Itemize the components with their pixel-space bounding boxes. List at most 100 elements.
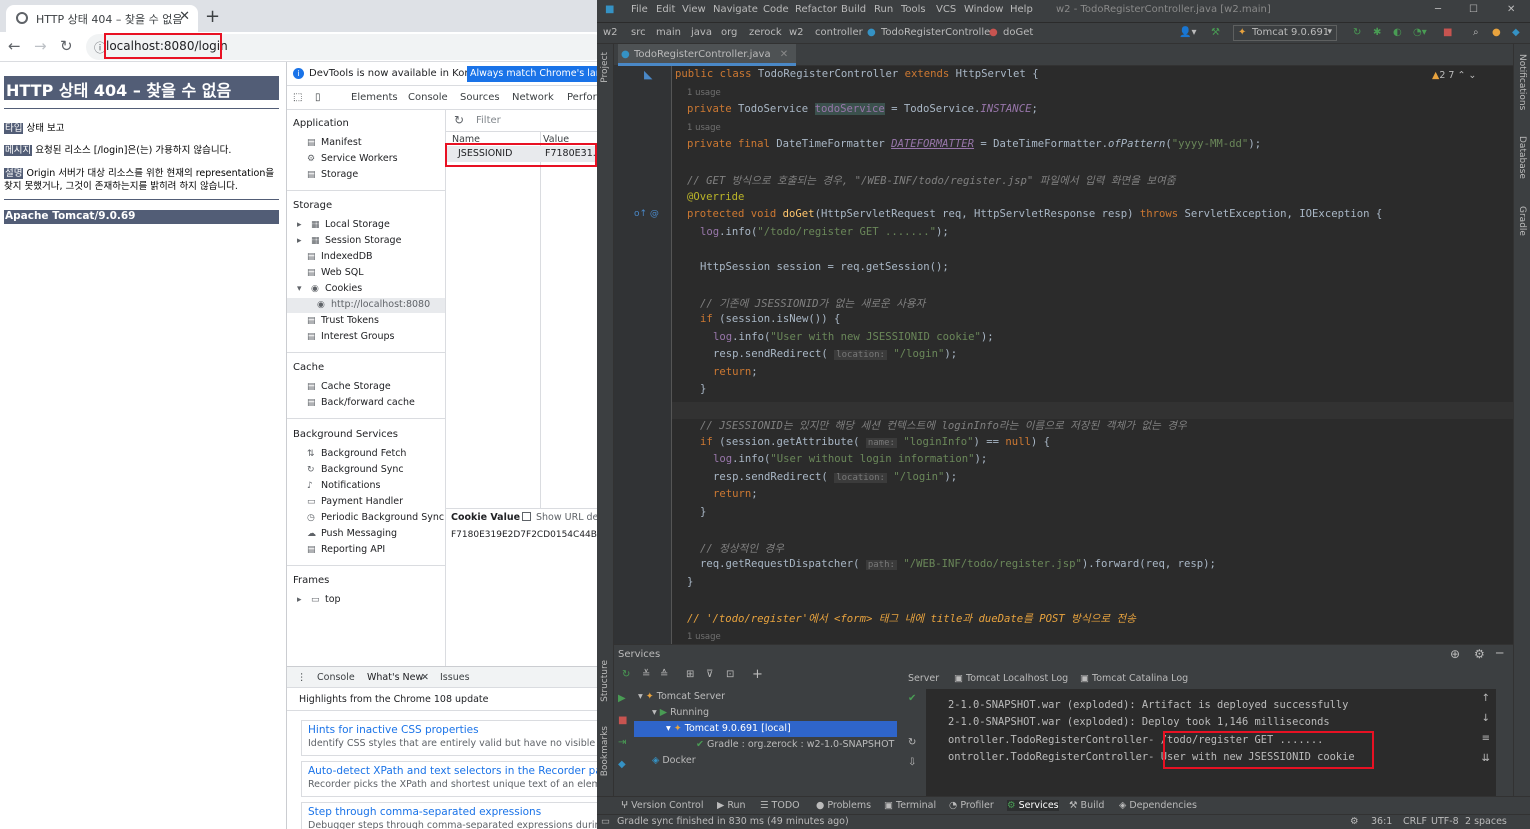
stop-icon[interactable]: ■: [618, 715, 627, 726]
sidebar-item-push-messaging[interactable]: ☁ Push Messaging: [307, 528, 397, 539]
match-language-button[interactable]: Always match Chrome's langu: [467, 66, 597, 82]
breadcrumb-java[interactable]: java: [691, 27, 712, 38]
expand-all-icon[interactable]: ≚: [642, 669, 650, 680]
deploy-icon[interactable]: ⇥: [618, 737, 626, 748]
sidebar-item-trust-tokens[interactable]: ▤ Trust Tokens: [307, 315, 379, 326]
new-tab-icon[interactable]: +: [205, 6, 220, 27]
menu-edit[interactable]: Edit: [656, 4, 675, 15]
menu-help[interactable]: Help: [1010, 4, 1033, 15]
status-indent[interactable]: 2 spaces: [1465, 816, 1507, 827]
scroll-up-icon[interactable]: ↑: [1482, 693, 1490, 704]
tool-bookmarks[interactable]: Bookmarks: [600, 726, 610, 776]
sidebar-item-manifest[interactable]: ▤ Manifest: [307, 137, 362, 148]
sidebar-item-notifications[interactable]: ♪ Notifications: [307, 480, 380, 491]
plugin-icon[interactable]: ◆: [1512, 27, 1520, 38]
tool-version-control[interactable]: ⵖ Version Control: [621, 800, 703, 811]
tab-elements[interactable]: Elements: [351, 92, 398, 103]
tree-artifact[interactable]: ✔ Gradle : org.zerock : w2-1.0-SNAPSHOT: [696, 739, 894, 750]
menu-run[interactable]: Run: [874, 4, 893, 15]
menu-tools[interactable]: Tools: [901, 4, 926, 15]
sidebar-item-session-storage[interactable]: ▸ ▦ Session Storage: [297, 235, 401, 246]
tool-todo[interactable]: ☰ TODO: [760, 800, 800, 811]
tool-services[interactable]: ⚙ Services: [1007, 800, 1059, 811]
filter-icon[interactable]: ⊽: [706, 669, 713, 680]
breadcrumb-zerock[interactable]: zerock: [749, 27, 782, 38]
reload-icon[interactable]: ↻: [60, 37, 73, 55]
code-editor[interactable]: 19 20 21 22 23 24 25 26 27 28 29 30 31 3…: [672, 66, 1513, 644]
breadcrumb-class[interactable]: TodoRegisterController: [881, 27, 994, 38]
inspect-icon[interactable]: ⬚: [293, 92, 302, 103]
sidebar-item-periodic-sync[interactable]: ◷ Periodic Background Sync: [307, 512, 444, 523]
browser-tab[interactable]: HTTP 상태 404 – 찾을 수 없음 ✕: [6, 5, 198, 32]
back-icon[interactable]: ←: [8, 37, 21, 55]
tab-catalina-log[interactable]: ▣ Tomcat Catalina Log: [1080, 673, 1188, 684]
breadcrumb-project[interactable]: w2: [603, 27, 618, 38]
refresh-icon[interactable]: ↻: [454, 113, 464, 127]
tool-project[interactable]: Project: [600, 52, 610, 83]
usage-hint[interactable]: 1 usage: [687, 632, 721, 642]
close-tab-icon[interactable]: ✕: [179, 9, 190, 24]
updates-icon[interactable]: ●: [1492, 27, 1501, 38]
tab-console[interactable]: Console: [408, 92, 448, 103]
menu-refactor[interactable]: Refactor: [795, 4, 837, 15]
update-icon[interactable]: ⇩: [908, 757, 916, 768]
sidebar-item-cookie-origin[interactable]: ◉ http://localhost:8080: [317, 299, 430, 310]
tool-terminal[interactable]: ▣ Terminal: [884, 800, 936, 811]
tab-network[interactable]: Network: [512, 92, 554, 103]
coverage-icon[interactable]: ◐: [1393, 27, 1402, 38]
menu-build[interactable]: Build: [841, 4, 866, 15]
url-decode-checkbox[interactable]: [522, 512, 531, 521]
close-window-icon[interactable]: ✕: [1507, 4, 1515, 15]
tab-performance[interactable]: Perfor: [567, 92, 597, 103]
drawer-menu-icon[interactable]: ⋮: [297, 672, 307, 683]
status-line-ending[interactable]: CRLF: [1403, 816, 1427, 827]
scroll-down-icon[interactable]: ↓: [1482, 713, 1490, 724]
expand-icon[interactable]: ▸: [297, 220, 307, 230]
run-config-select[interactable]: ✦ Tomcat 9.0.691 ▾: [1233, 25, 1337, 41]
scroll-end-icon[interactable]: ⇊: [1482, 753, 1490, 764]
status-message[interactable]: Gradle sync finished in 830 ms (49 minut…: [617, 816, 849, 827]
hide-panel-icon[interactable]: ─: [1496, 646, 1503, 660]
maximize-icon[interactable]: ☐: [1469, 4, 1478, 15]
soft-wrap-icon[interactable]: ≡: [1482, 733, 1490, 744]
tool-structure[interactable]: Structure: [600, 660, 610, 702]
device-toolbar-icon[interactable]: ▯: [315, 92, 321, 103]
status-position[interactable]: 36:1: [1371, 816, 1392, 827]
usage-hint[interactable]: 1 usage: [687, 88, 721, 98]
refresh-icon[interactable]: ↻: [908, 737, 916, 748]
tree-docker[interactable]: ◈ Docker: [652, 755, 696, 766]
lock-icon[interactable]: ⚙: [1350, 816, 1359, 827]
stop-icon[interactable]: ■: [1443, 27, 1452, 38]
tab-sources[interactable]: Sources: [460, 92, 500, 103]
profile-icon[interactable]: ◔▾: [1413, 27, 1427, 38]
tool-notifications[interactable]: Notifications: [1517, 54, 1527, 110]
expand-icon[interactable]: ▸: [297, 595, 307, 605]
menu-code[interactable]: Code: [763, 4, 789, 15]
usage-hint[interactable]: 1 usage: [687, 123, 721, 133]
breadcrumb-w2[interactable]: w2: [789, 27, 804, 38]
tree-running[interactable]: ▾ ▶ Running: [652, 707, 709, 718]
drawer-tab-whats-new[interactable]: What's New: [367, 672, 423, 683]
deploy-check-icon[interactable]: ✔: [908, 693, 916, 704]
sidebar-item-cookies[interactable]: ▾ ◉ Cookies: [297, 283, 362, 294]
collapse-all-icon[interactable]: ≙: [660, 669, 668, 680]
tool-gradle[interactable]: Gradle: [1517, 206, 1527, 236]
status-toggle-icon[interactable]: ▭: [601, 816, 610, 827]
sidebar-item-bg-fetch[interactable]: ⇅ Background Fetch: [307, 448, 406, 459]
tool-problems[interactable]: ● Problems: [816, 800, 871, 811]
breadcrumb-main[interactable]: main: [656, 27, 681, 38]
forward-icon[interactable]: →: [34, 37, 47, 55]
breadcrumb-controller[interactable]: controller: [815, 27, 863, 38]
menu-window[interactable]: Window: [964, 4, 1003, 15]
filter-input[interactable]: Filter: [476, 115, 501, 126]
build-hammer-icon[interactable]: ⚒: [1211, 27, 1220, 38]
sidebar-item-reporting-api[interactable]: ▤ Reporting API: [307, 544, 385, 555]
sidebar-item-service-workers[interactable]: ⚙ Service Workers: [307, 153, 398, 164]
run-icon[interactable]: ▶: [618, 693, 626, 704]
menu-navigate[interactable]: Navigate: [713, 4, 758, 15]
tab-localhost-log[interactable]: ▣ Tomcat Localhost Log: [954, 673, 1068, 684]
expand-icon[interactable]: ▸: [297, 236, 307, 246]
tab-server[interactable]: Server: [908, 673, 939, 684]
breadcrumb-org[interactable]: org: [721, 27, 737, 38]
status-encoding[interactable]: UTF-8: [1431, 816, 1459, 827]
